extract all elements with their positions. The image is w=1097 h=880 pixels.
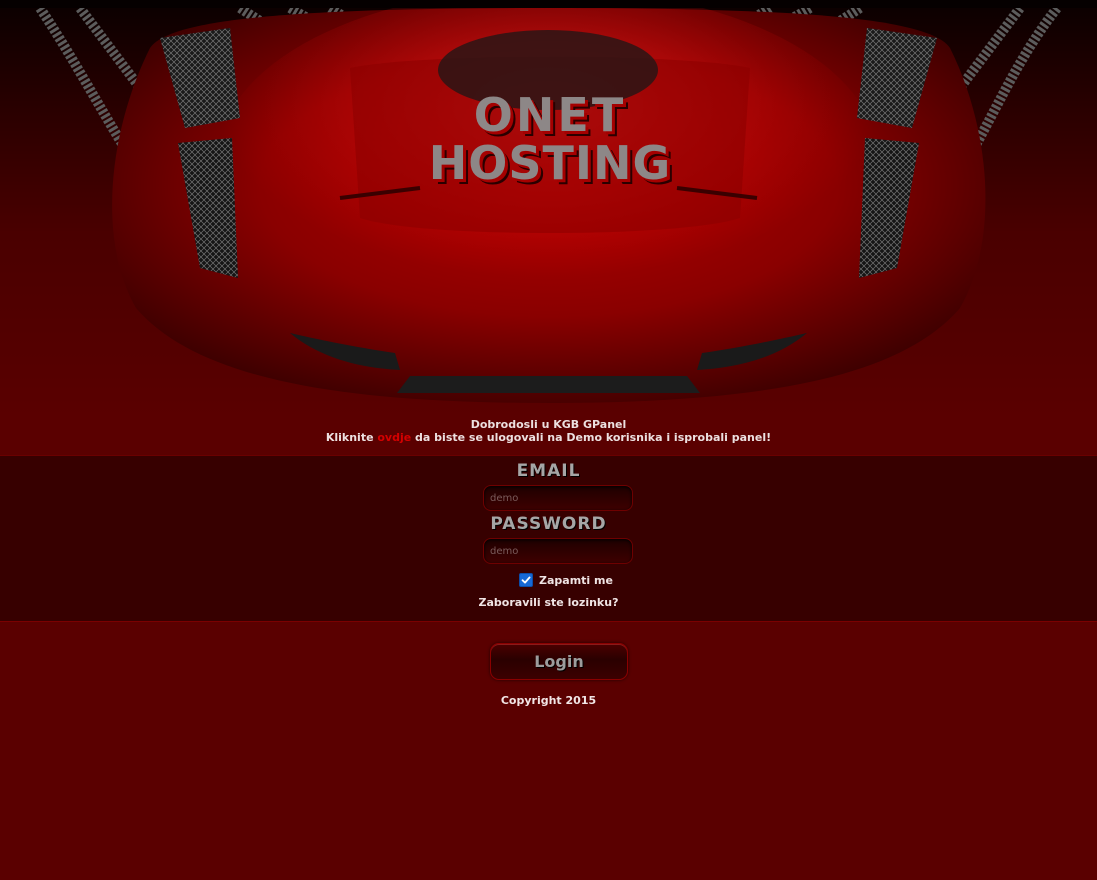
top-bar xyxy=(0,0,1097,8)
demo-login-link[interactable]: ovdje xyxy=(377,431,411,444)
welcome-title: Dobrodosli u KGB GPanel xyxy=(470,418,627,431)
welcome-demo-prefix: Kliknite xyxy=(325,431,378,444)
copyright-text: Copyright 2015 xyxy=(500,694,597,707)
forgot-password-link[interactable]: Zaboravili ste lozinku? xyxy=(0,596,1097,609)
hero-banner: ONET HOSTING xyxy=(0,8,1097,418)
email-label: EMAIL xyxy=(516,461,581,481)
remember-me-row[interactable]: Zapamti me xyxy=(519,573,613,587)
remember-me-label: Zapamti me xyxy=(539,573,613,587)
welcome-message: Dobrodosli u KGB GPanel Kliknite ovdje d… xyxy=(0,418,1097,444)
password-label: PASSWORD xyxy=(490,514,607,534)
car-artwork xyxy=(35,8,1061,403)
password-field[interactable] xyxy=(483,538,633,564)
welcome-demo-suffix: da biste se ulogovali na Demo korisnika … xyxy=(411,431,772,444)
remember-me-checkbox[interactable] xyxy=(519,573,533,587)
logo-line-hosting: HOSTING xyxy=(428,136,672,190)
login-form: EMAIL PASSWORD Zapamti me Zaboravili ste… xyxy=(0,455,1097,622)
checkmark-icon xyxy=(521,576,531,584)
welcome-demo-line: Kliknite ovdje da biste se ulogovali na … xyxy=(0,431,1097,444)
site-logo: ONET HOSTING xyxy=(400,92,700,186)
email-field[interactable] xyxy=(483,485,633,511)
logo-line-onet: ONET xyxy=(473,88,627,142)
login-button[interactable]: Login xyxy=(490,643,628,680)
